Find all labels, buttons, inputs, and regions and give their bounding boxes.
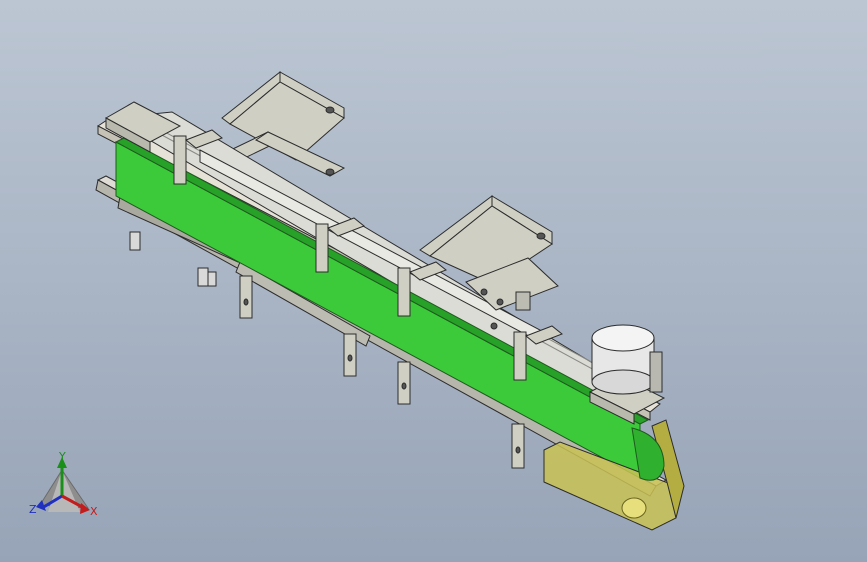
mounting-leg-1[interactable] bbox=[239, 275, 253, 319]
graphics-viewport[interactable]: Y Z X bbox=[0, 0, 867, 562]
mounting-leg-4[interactable] bbox=[511, 423, 525, 469]
triad-y-label: Y bbox=[59, 450, 66, 463]
triad-z-label: Z bbox=[29, 503, 37, 516]
triad-x-label: X bbox=[90, 505, 98, 518]
mounting-leg-2[interactable] bbox=[343, 333, 357, 377]
mounting-leg-3[interactable] bbox=[397, 361, 411, 405]
drive-motor[interactable] bbox=[591, 324, 663, 395]
model-canvas[interactable] bbox=[0, 0, 867, 562]
